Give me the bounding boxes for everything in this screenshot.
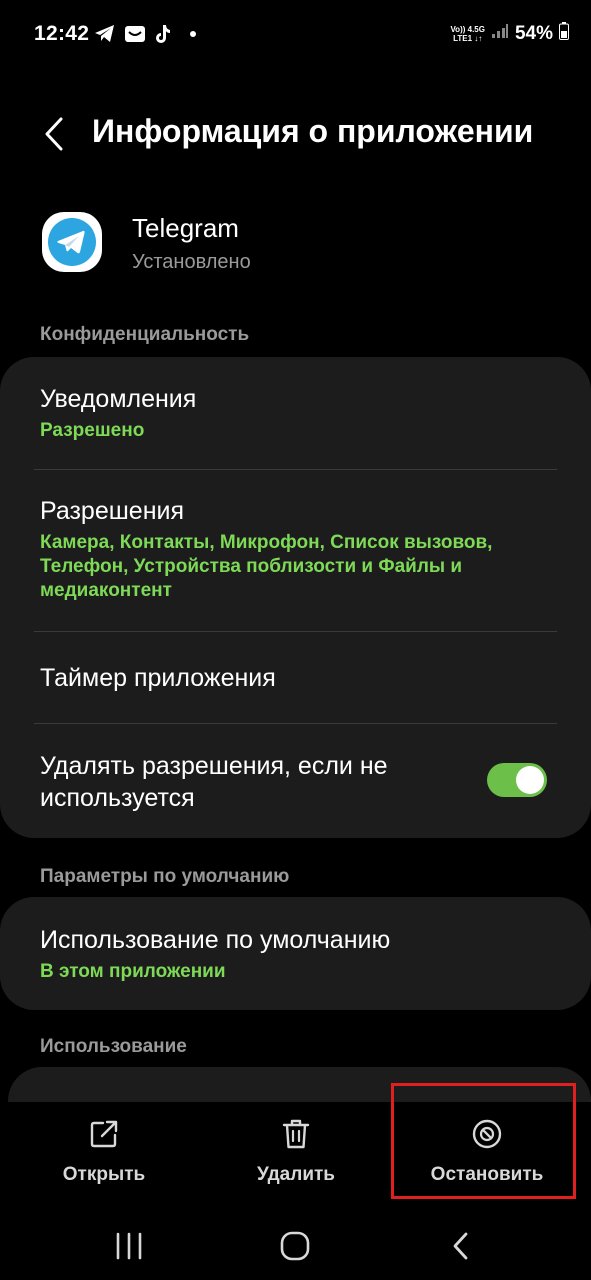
page-title: Информация о приложении xyxy=(92,113,534,149)
delete-button[interactable]: Удалить xyxy=(206,1102,386,1202)
default-usage-row[interactable]: Использование по умолчанию В этом прилож… xyxy=(40,924,557,984)
status-time: 12:42 xyxy=(34,22,90,45)
permissions-row[interactable]: Разрешения Камера, Контакты, Микрофон, С… xyxy=(40,495,557,603)
message-notification-icon xyxy=(124,24,146,44)
defaults-card: Использование по умолчанию В этом прилож… xyxy=(0,897,591,1010)
network-indicator: Vo)) 4.5G LTE1 ↓↑ xyxy=(450,24,485,43)
permissions-summary: Камера, Контакты, Микрофон, Список вызов… xyxy=(40,532,493,601)
app-timer-row[interactable]: Таймер приложения xyxy=(40,662,557,694)
app-name: Telegram xyxy=(132,213,239,243)
privacy-card: Уведомления Разрешено Разрешения Камера,… xyxy=(0,357,591,838)
tiktok-notification-icon xyxy=(154,24,172,44)
notifications-row[interactable]: Уведомления Разрешено xyxy=(40,383,557,443)
remove-permissions-title: Удалять разрешения, если не используется xyxy=(40,752,388,812)
permissions-title: Разрешения xyxy=(40,497,185,525)
home-icon xyxy=(280,1231,310,1261)
telegram-notification-icon xyxy=(94,24,116,44)
toggle-knob xyxy=(516,766,544,794)
telegram-app-icon xyxy=(42,212,102,272)
divider xyxy=(34,723,557,724)
highlight-box xyxy=(391,1083,576,1199)
signal-icon xyxy=(491,23,509,44)
divider xyxy=(34,631,557,632)
chevron-left-icon xyxy=(45,117,63,151)
status-bar: 12:42 Vo)) 4.5G LTE1 ↓↑ 54% xyxy=(0,0,591,70)
section-label-usage: Использование xyxy=(40,1036,187,1057)
nav-back-button[interactable] xyxy=(430,1226,490,1266)
recent-apps-button[interactable] xyxy=(99,1226,159,1266)
more-notifications-dot xyxy=(190,31,196,37)
divider xyxy=(34,469,557,470)
default-usage-sub: В этом приложении xyxy=(40,961,226,982)
recent-apps-icon xyxy=(116,1232,142,1260)
section-label-defaults: Параметры по умолчанию xyxy=(40,866,290,887)
open-label: Открыть xyxy=(62,1164,146,1185)
open-button[interactable]: Открыть xyxy=(14,1102,194,1202)
notifications-status: Разрешено xyxy=(40,420,145,441)
home-button[interactable] xyxy=(265,1226,325,1266)
app-install-status: Установлено xyxy=(132,251,251,273)
app-timer-title: Таймер приложения xyxy=(40,664,276,692)
notifications-title: Уведомления xyxy=(40,385,197,413)
remove-permissions-row[interactable]: Удалять разрешения, если не используется xyxy=(40,750,461,814)
navigation-bar xyxy=(0,1212,591,1280)
remove-permissions-toggle[interactable] xyxy=(487,763,547,797)
back-arrow-icon xyxy=(453,1232,468,1260)
open-external-icon xyxy=(89,1116,119,1152)
back-button[interactable] xyxy=(34,110,74,158)
battery-icon xyxy=(559,22,569,45)
battery-percent: 54% xyxy=(514,22,553,44)
default-usage-title: Использование по умолчанию xyxy=(40,926,391,954)
trash-icon xyxy=(282,1116,310,1152)
section-label-privacy: Конфиденциальность xyxy=(40,324,250,345)
delete-label: Удалить xyxy=(257,1164,335,1185)
